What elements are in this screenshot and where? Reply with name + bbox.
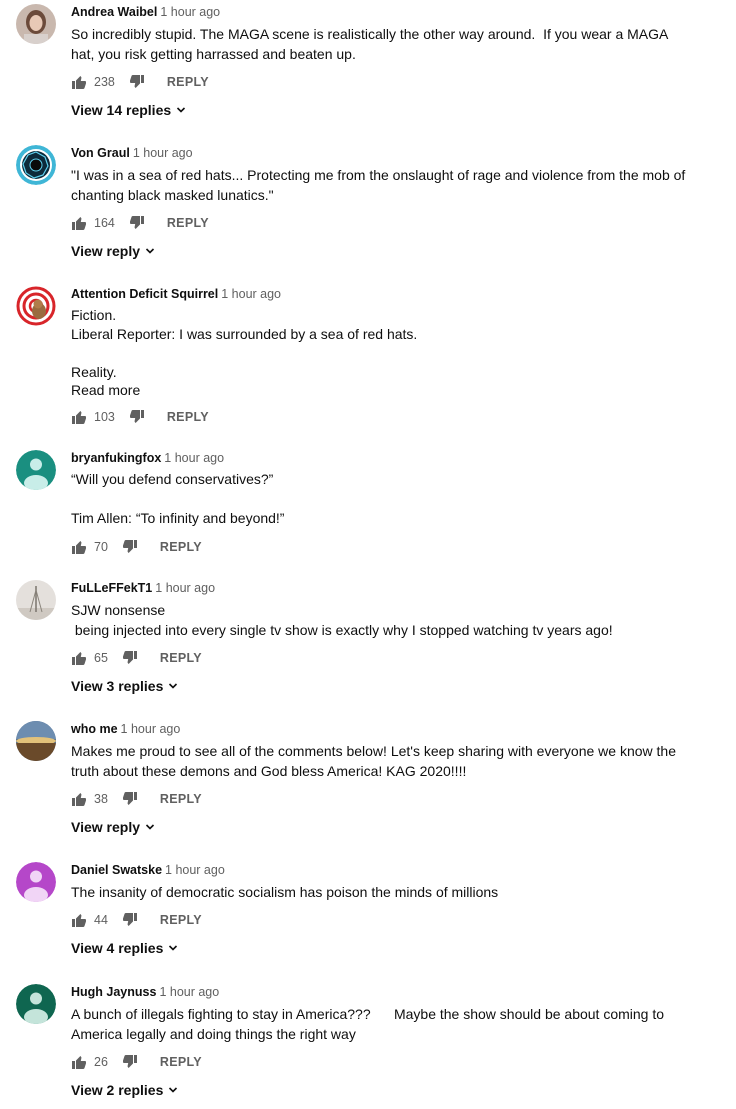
- comment-time[interactable]: 1 hour ago: [133, 146, 193, 160]
- thumbs-down-icon[interactable]: [122, 912, 138, 928]
- avatar[interactable]: [16, 984, 56, 1024]
- avatar[interactable]: [16, 580, 56, 620]
- comment-author[interactable]: Andrea Waibel: [71, 5, 157, 19]
- view-replies-label: View 14 replies: [71, 102, 172, 118]
- reply-button[interactable]: REPLY: [160, 913, 202, 927]
- chevron-down-icon: [168, 943, 178, 953]
- reply-button[interactable]: REPLY: [160, 1055, 202, 1069]
- thumbs-up-icon[interactable]: [71, 74, 87, 90]
- comment-time[interactable]: 1 hour ago: [121, 722, 181, 736]
- thumbs-down-icon[interactable]: [129, 409, 145, 425]
- like-count: 103: [94, 410, 115, 424]
- view-replies-label: View 3 replies: [71, 678, 164, 694]
- chevron-down-icon: [176, 105, 186, 115]
- comment-time[interactable]: 1 hour ago: [165, 863, 225, 877]
- comment-text: Makes me proud to see all of the comment…: [71, 743, 680, 779]
- thumbs-down-icon[interactable]: [122, 650, 138, 666]
- like-count: 238: [94, 75, 115, 89]
- comment-time[interactable]: 1 hour ago: [160, 5, 220, 19]
- comment-time[interactable]: 1 hour ago: [159, 985, 219, 999]
- thumbs-up-icon[interactable]: [71, 215, 87, 231]
- comment-text: The insanity of democratic socialism has…: [71, 884, 499, 900]
- reply-button[interactable]: REPLY: [160, 651, 202, 665]
- like-count: 26: [94, 1055, 108, 1069]
- thumbs-down-icon[interactable]: [122, 1054, 138, 1070]
- view-replies-button[interactable]: View 14 replies: [71, 100, 691, 120]
- thumbs-down-icon[interactable]: [122, 539, 138, 555]
- view-replies-label: View 4 replies: [71, 940, 164, 956]
- view-replies-button[interactable]: View 3 replies: [71, 676, 691, 696]
- comment-text: SJW nonsense being injected into every s…: [71, 602, 613, 638]
- comment-author[interactable]: Von Graul: [71, 146, 130, 160]
- comment-time[interactable]: 1 hour ago: [164, 451, 224, 465]
- comment-author[interactable]: Daniel Swatske: [71, 863, 162, 877]
- chevron-down-icon: [145, 822, 155, 832]
- read-more-link[interactable]: Read more: [71, 382, 691, 399]
- reply-button[interactable]: REPLY: [167, 75, 209, 89]
- comment-author[interactable]: bryanfukingfox: [71, 451, 161, 465]
- comment-text: "I was in a sea of red hats... Protectin…: [71, 167, 690, 203]
- comment-author[interactable]: who me: [71, 722, 118, 736]
- view-replies-label: View reply: [71, 819, 141, 835]
- thumbs-up-icon[interactable]: [71, 912, 87, 928]
- avatar[interactable]: [16, 145, 56, 185]
- thumbs-down-icon[interactable]: [129, 74, 145, 90]
- comment-text: “Will you defend conservatives?” Tim All…: [71, 471, 285, 526]
- comment-text: Fiction. Liberal Reporter: I was surroun…: [71, 307, 418, 380]
- avatar[interactable]: [16, 4, 56, 44]
- like-count: 65: [94, 651, 108, 665]
- thumbs-down-icon[interactable]: [122, 791, 138, 807]
- comment-text: So incredibly stupid. The MAGA scene is …: [71, 26, 672, 62]
- thumbs-down-icon[interactable]: [129, 215, 145, 231]
- reply-button[interactable]: REPLY: [160, 792, 202, 806]
- avatar[interactable]: [16, 450, 56, 490]
- avatar[interactable]: [16, 862, 56, 902]
- reply-button[interactable]: REPLY: [160, 540, 202, 554]
- reply-button[interactable]: REPLY: [167, 410, 209, 424]
- thumbs-up-icon[interactable]: [71, 1054, 87, 1070]
- view-replies-button[interactable]: View reply: [71, 241, 691, 261]
- thumbs-up-icon[interactable]: [71, 539, 87, 555]
- comment-author[interactable]: FuLLeFFekT1: [71, 581, 152, 595]
- view-replies-label: View 2 replies: [71, 1082, 164, 1098]
- chevron-down-icon: [145, 246, 155, 256]
- comment-text: A bunch of illegals fighting to stay in …: [71, 1006, 668, 1042]
- comment-author[interactable]: Attention Deficit Squirrel: [71, 287, 218, 301]
- view-replies-button[interactable]: View reply: [71, 817, 691, 837]
- like-count: 38: [94, 792, 108, 806]
- thumbs-up-icon[interactable]: [71, 791, 87, 807]
- chevron-down-icon: [168, 1085, 178, 1095]
- view-replies-button[interactable]: View 2 replies: [71, 1080, 691, 1100]
- comment-time[interactable]: 1 hour ago: [221, 287, 281, 301]
- like-count: 70: [94, 539, 108, 554]
- avatar[interactable]: [16, 721, 56, 761]
- view-replies-button[interactable]: View 4 replies: [71, 938, 691, 958]
- view-replies-label: View reply: [71, 243, 141, 259]
- avatar[interactable]: [16, 286, 56, 326]
- like-count: 44: [94, 913, 108, 927]
- thumbs-up-icon[interactable]: [71, 650, 87, 666]
- like-count: 164: [94, 216, 115, 230]
- comment-time[interactable]: 1 hour ago: [155, 581, 215, 595]
- comment-author[interactable]: Hugh Jaynuss: [71, 985, 156, 999]
- chevron-down-icon: [168, 681, 178, 691]
- reply-button[interactable]: REPLY: [167, 216, 209, 230]
- thumbs-up-icon[interactable]: [71, 409, 87, 425]
